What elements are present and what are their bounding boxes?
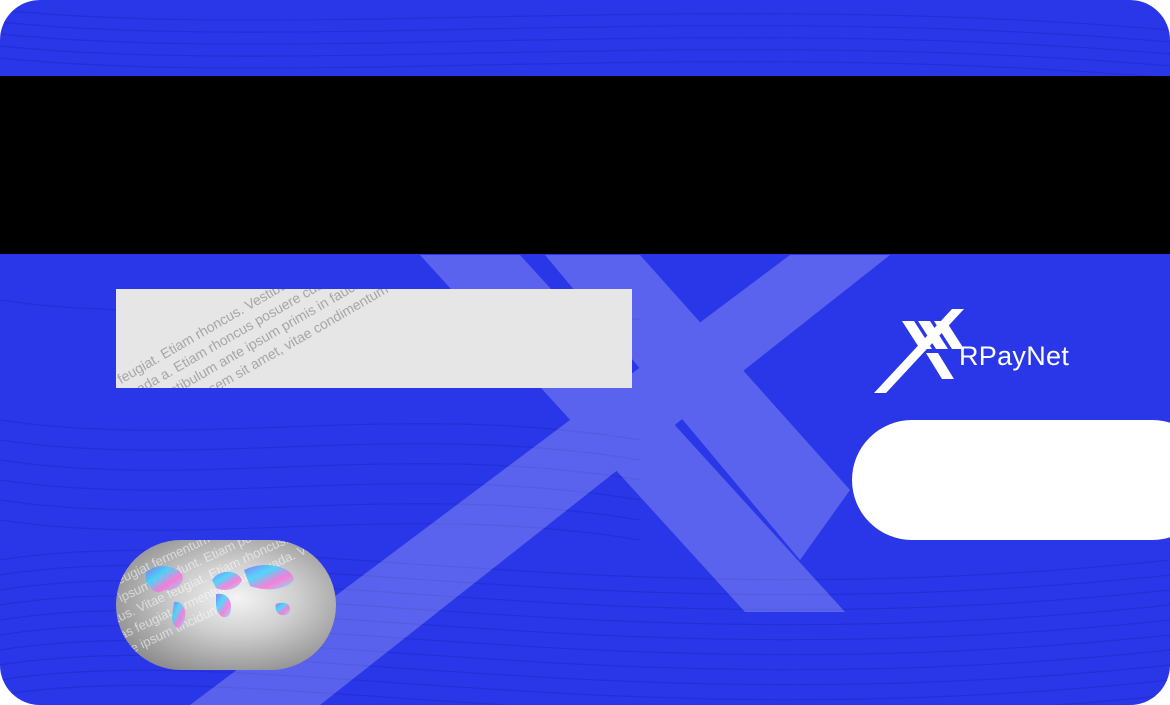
magnetic-stripe bbox=[0, 76, 1170, 254]
rpaynet-logo: RPayNet bbox=[874, 309, 1104, 393]
world-map-icon bbox=[146, 565, 294, 628]
signature-panel-pattern: Cras feugiat. Etiam rhoncus. Vestibulum … bbox=[116, 289, 632, 388]
rpaynet-x-icon bbox=[874, 309, 964, 393]
card-back: Cras feugiat. Etiam rhoncus. Vestibulum … bbox=[0, 0, 1170, 705]
brand-name: RPayNet bbox=[959, 341, 1070, 371]
signature-panel: Cras feugiat. Etiam rhoncus. Vestibulum … bbox=[116, 289, 632, 388]
cvv-box bbox=[852, 420, 1170, 540]
hologram-sticker: Cras feugiat fermentum malesuada. Vestib… bbox=[116, 540, 336, 670]
